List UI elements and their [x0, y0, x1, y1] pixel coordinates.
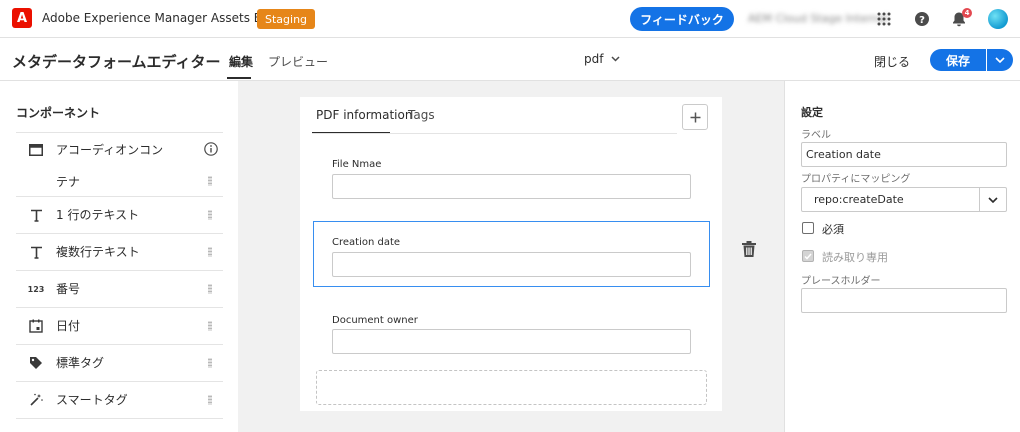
page-title: メタデータフォームエディター	[12, 53, 221, 71]
save-button[interactable]: 保存	[930, 49, 986, 71]
top-bar: A Adobe Experience Manager Assets Essent…	[0, 0, 1020, 38]
component-standard-tags[interactable]: 標準タグ	[16, 344, 223, 381]
required-label: 必須	[822, 223, 844, 236]
info-icon[interactable]	[204, 142, 218, 159]
component-date[interactable]: 日付	[16, 307, 223, 344]
tag-icon	[28, 355, 44, 371]
component-label: 日付	[56, 319, 81, 333]
number-icon: 123	[27, 284, 45, 294]
form-tab-pdf-information[interactable]: PDF information	[316, 108, 412, 122]
property-mapping-value: repo:createDate	[814, 193, 904, 206]
drag-handle[interactable]	[208, 284, 212, 294]
avatar[interactable]	[988, 9, 1008, 29]
svg-text:?: ?	[919, 15, 925, 26]
tab-edit[interactable]: 編集	[229, 53, 253, 70]
drag-handle[interactable]	[208, 358, 212, 368]
component-label: 標準タグ	[56, 356, 105, 370]
calendar-icon	[28, 318, 44, 334]
help-icon[interactable]: ?	[912, 9, 932, 29]
field-input-file-name[interactable]	[332, 174, 691, 199]
text-icon	[28, 207, 44, 223]
property-mapping-toggle[interactable]	[979, 188, 1006, 211]
label-caption: ラベル	[801, 130, 831, 141]
divider	[16, 418, 223, 419]
drag-handle[interactable]	[208, 210, 212, 220]
editor-header: メタデータフォームエディター 編集 プレビュー pdf 閉じる 保存	[0, 38, 1020, 81]
placeholder-caption: プレースホルダー	[801, 276, 881, 287]
schema-selector[interactable]: pdf	[584, 52, 620, 66]
field-label-document-owner: Document owner	[332, 315, 418, 326]
component-label: スマートタグ	[56, 393, 128, 407]
environment-badge: Staging	[257, 9, 316, 29]
notification-count-badge: 4	[962, 8, 972, 18]
component-label: 番号	[56, 282, 81, 296]
field-input-document-owner[interactable]	[332, 329, 691, 354]
tab-preview[interactable]: プレビュー	[268, 53, 328, 70]
drag-handle[interactable]	[208, 321, 212, 331]
org-switcher[interactable]: AEM Cloud Stage Internal	[748, 12, 888, 25]
magic-wand-icon	[28, 392, 44, 408]
property-mapping-select[interactable]: repo:createDate	[801, 187, 1007, 212]
component-multi-line-text[interactable]: 複数行テキスト	[16, 233, 223, 270]
drop-zone[interactable]	[316, 370, 707, 405]
app-grid-icon[interactable]	[874, 9, 894, 29]
readonly-checkbox[interactable]	[802, 250, 814, 262]
readonly-label: 読み取り専用	[822, 251, 888, 264]
checkmark-icon	[804, 253, 812, 260]
drag-handle[interactable]	[208, 395, 212, 405]
delete-field-icon[interactable]	[740, 240, 758, 258]
adobe-logo[interactable]: A	[12, 8, 32, 28]
field-label-creation-date: Creation date	[332, 237, 401, 248]
form-tab-divider	[312, 133, 677, 134]
plus-icon	[690, 112, 700, 122]
component-single-line-text[interactable]: 1 行のテキスト	[16, 196, 223, 233]
feedback-button[interactable]: フィードバック	[630, 7, 734, 31]
settings-title: 設定	[801, 106, 823, 119]
save-options-button[interactable]	[987, 49, 1013, 71]
component-label: アコーディオンコン	[56, 143, 164, 157]
component-label: 複数行テキスト	[56, 245, 140, 259]
field-input-creation-date[interactable]	[332, 252, 691, 277]
components-title: コンポーネント	[16, 106, 101, 120]
component-accordion-container[interactable]: アコーディオンコン テナ	[16, 132, 223, 196]
chevron-down-icon	[611, 56, 620, 62]
active-tab-indicator	[227, 77, 251, 79]
text-icon	[28, 244, 44, 260]
field-label-file-name: File Nmae	[332, 159, 382, 170]
form-tab-tags[interactable]: Tags	[408, 108, 435, 122]
component-label: 1 行のテキスト	[56, 208, 140, 222]
label-input[interactable]: Creation date	[801, 142, 1007, 167]
component-number[interactable]: 123 番号	[16, 270, 223, 307]
accordion-icon	[28, 142, 44, 158]
component-smart-tags[interactable]: スマートタグ	[16, 381, 223, 418]
add-tab-button[interactable]	[682, 104, 708, 130]
component-label-line2: テナ	[56, 175, 81, 189]
drag-handle[interactable]	[208, 247, 212, 257]
close-button[interactable]: 閉じる	[874, 53, 910, 70]
drag-handle[interactable]	[208, 176, 212, 186]
chevron-down-icon	[995, 57, 1005, 63]
chevron-down-icon	[988, 196, 998, 203]
mapping-caption: プロパティにマッピング	[801, 174, 911, 185]
required-checkbox[interactable]	[802, 222, 814, 234]
placeholder-input[interactable]	[801, 288, 1007, 313]
schema-selector-value: pdf	[584, 52, 604, 66]
